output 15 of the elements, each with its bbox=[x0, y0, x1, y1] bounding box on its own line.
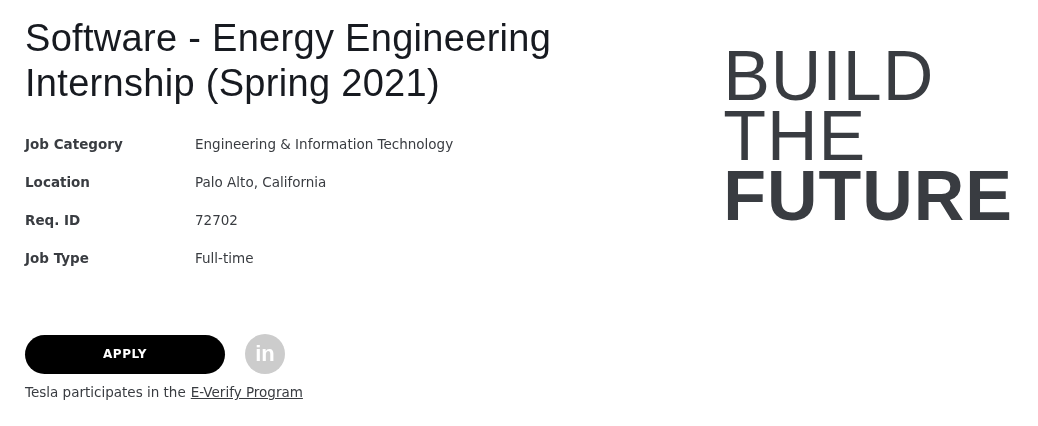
detail-label: Job Type bbox=[25, 249, 90, 268]
job-title: Software - Energy Engineering Internship (Spring 2021) bbox=[25, 16, 553, 106]
detail-label: Job Category bbox=[25, 135, 124, 154]
detail-label: Req. ID bbox=[25, 211, 82, 230]
tagline-line: THE bbox=[723, 106, 867, 166]
detail-value: Full-time bbox=[195, 249, 255, 268]
detail-value: Palo Alto, California bbox=[195, 173, 328, 192]
e-verify-link[interactable]: E-Verify Program bbox=[190, 384, 303, 400]
tagline-line: BUILD bbox=[723, 46, 936, 106]
detail-label: Location bbox=[25, 173, 91, 192]
tagline-line: FUTURE bbox=[723, 166, 1013, 226]
detail-value: 72702 bbox=[195, 211, 239, 230]
apply-button[interactable]: APPLY bbox=[25, 334, 225, 374]
detail-value: Engineering & Information Technology bbox=[195, 135, 455, 154]
notice-text: Tesla participates in the bbox=[25, 384, 186, 400]
